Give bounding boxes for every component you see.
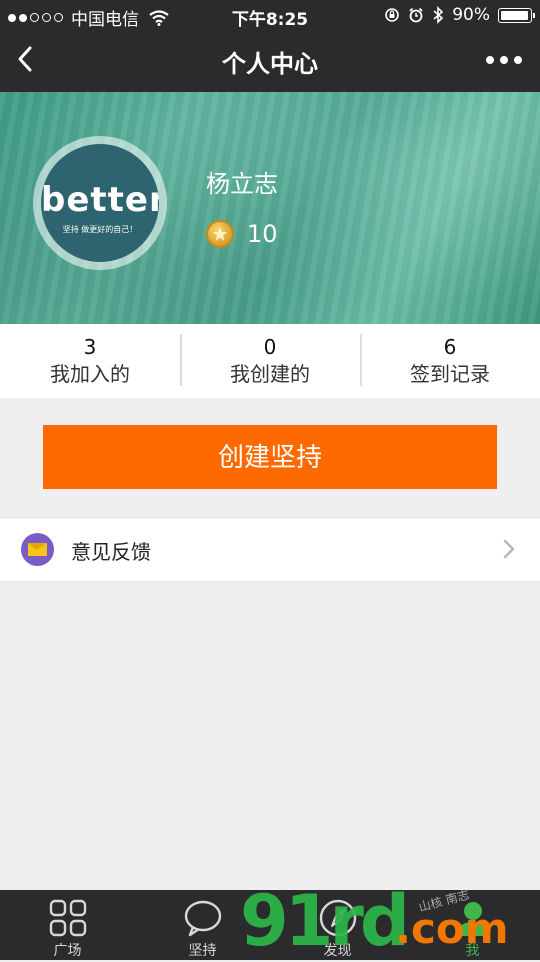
status-right: 90% (384, 5, 535, 25)
stat-label: 我加入的 (50, 362, 130, 386)
stat-label: 我创建的 (230, 362, 310, 386)
more-button[interactable] (480, 42, 528, 78)
top-bar: 中国电信 下午8:25 90% 个人中心 (0, 0, 540, 92)
coin-count: 10 (247, 220, 278, 248)
stat-label: 签到记录 (410, 362, 490, 386)
tab-label: 坚持 (188, 943, 217, 959)
tab-me[interactable]: 我 (405, 890, 540, 960)
back-button[interactable] (10, 38, 54, 82)
tab-square[interactable]: 广场 (0, 890, 135, 960)
feedback-row[interactable]: 意见反馈 (0, 517, 540, 582)
bluetooth-icon (433, 6, 444, 24)
chevron-right-icon (503, 539, 515, 559)
tab-discover[interactable]: 发现 (270, 890, 405, 960)
rotation-lock-icon (385, 8, 400, 22)
chevron-left-icon (18, 46, 32, 72)
tab-persist[interactable]: 坚持 (135, 890, 270, 960)
stat-value: 3 (83, 335, 97, 359)
stat-joined[interactable]: 3 我加入的 (0, 324, 180, 398)
tab-label: 发现 (323, 943, 352, 959)
page-title: 个人中心 (222, 50, 318, 78)
nav-bar: 个人中心 (0, 30, 540, 92)
status-bar: 中国电信 下午8:25 90% (0, 0, 540, 30)
coin-icon (206, 220, 234, 248)
tab-label: 广场 (53, 943, 82, 959)
more-dot-icon (500, 56, 508, 64)
battery-icon (498, 7, 535, 23)
create-habit-button[interactable]: 创建坚持 (43, 425, 497, 489)
stat-checkins[interactable]: 6 签到记录 (360, 324, 540, 398)
battery-percent: 90% (452, 5, 490, 25)
envelope-icon (21, 533, 54, 566)
alarm-icon (409, 7, 423, 23)
avatar[interactable]: better 坚持 做更好的自己！ (41, 144, 159, 262)
avatar-logo-text: better (41, 180, 159, 220)
chat-bubble-icon (184, 900, 221, 937)
tab-label: 我 (465, 943, 480, 959)
avatar-slogan: 坚持 做更好的自己！ (62, 225, 138, 234)
more-dot-icon (514, 56, 522, 64)
stat-created[interactable]: 0 我创建的 (180, 324, 360, 398)
stats-row: 3 我加入的 0 我创建的 6 签到记录 (0, 324, 540, 398)
person-icon (456, 902, 489, 936)
stat-value: 6 (443, 335, 457, 359)
stat-value: 0 (263, 335, 277, 359)
feedback-label: 意见反馈 (71, 540, 151, 564)
more-dot-icon (486, 56, 494, 64)
username: 杨立志 (206, 170, 278, 198)
grid-icon (49, 899, 86, 937)
compass-icon (319, 899, 356, 937)
tab-bar: 广场 坚持 发现 我 (0, 890, 540, 960)
